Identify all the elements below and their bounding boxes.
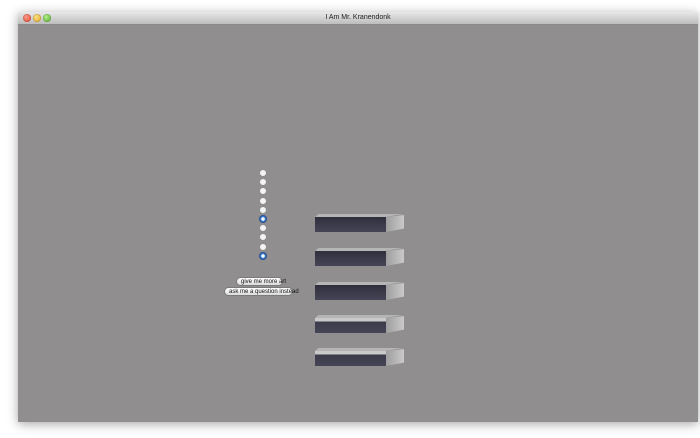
shelf bbox=[315, 348, 405, 366]
radio-button[interactable] bbox=[259, 233, 267, 242]
ask-question-button[interactable]: ask me a question instead bbox=[224, 287, 299, 296]
shelf bbox=[315, 282, 405, 300]
radio-button[interactable] bbox=[259, 214, 267, 223]
shelf bbox=[315, 315, 405, 333]
shelf bbox=[315, 248, 405, 266]
radio-button-group bbox=[259, 169, 269, 261]
radio-button[interactable] bbox=[259, 251, 267, 260]
shelf bbox=[315, 214, 405, 232]
give-more-art-button[interactable]: give me more art bbox=[236, 277, 286, 286]
window-titlebar[interactable]: I Am Mr. Kranendonk bbox=[18, 12, 698, 25]
window-title: I Am Mr. Kranendonk bbox=[325, 14, 391, 21]
radio-button[interactable] bbox=[259, 196, 267, 205]
radio-button[interactable] bbox=[259, 187, 267, 196]
stacked-shelves-artwork bbox=[315, 214, 407, 370]
radio-button[interactable] bbox=[259, 169, 267, 177]
radio-button[interactable] bbox=[259, 178, 267, 187]
app-window: I Am Mr. Kranendonk give me more art ask… bbox=[18, 12, 698, 422]
radio-button[interactable] bbox=[259, 224, 267, 233]
radio-button[interactable] bbox=[259, 242, 267, 251]
radio-button[interactable] bbox=[259, 205, 267, 214]
